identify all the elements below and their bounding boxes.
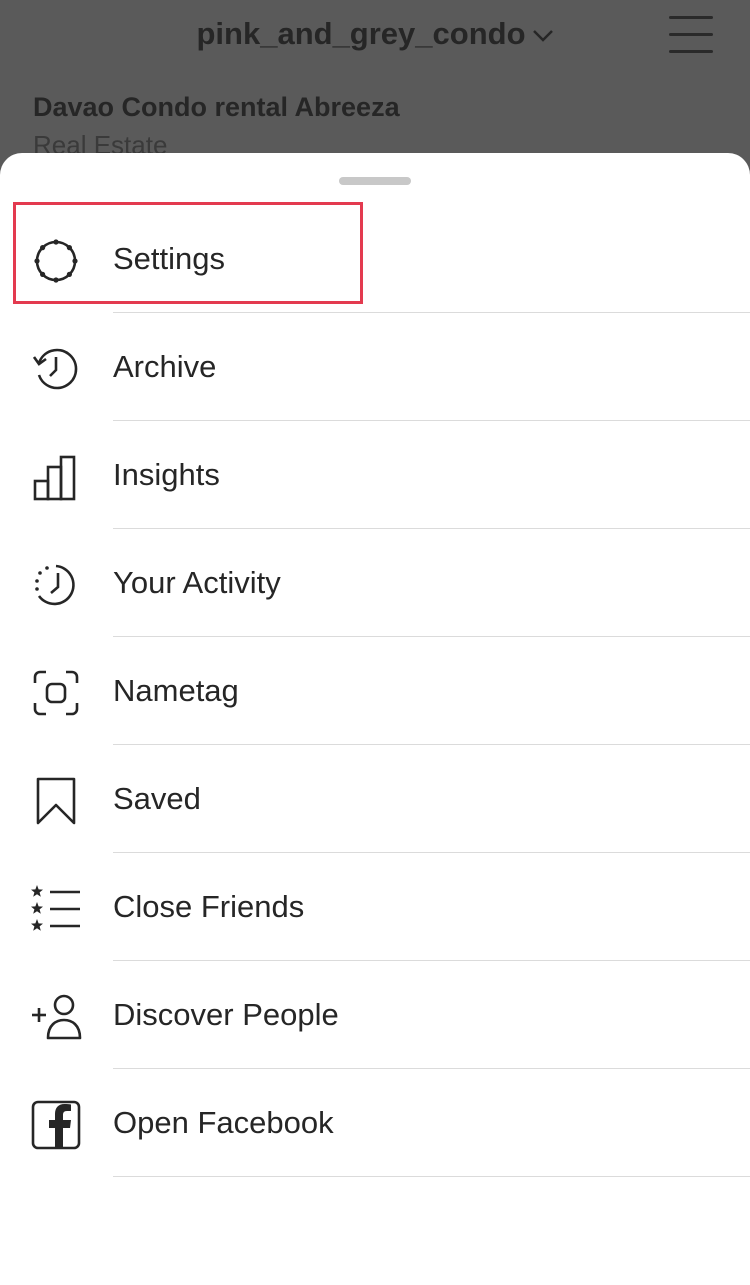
username-label: pink_and_grey_condo bbox=[196, 16, 526, 51]
menu-item-label: Open Facebook bbox=[113, 1105, 334, 1140]
divider bbox=[113, 1176, 750, 1177]
hamburger-menu-icon[interactable] bbox=[669, 14, 715, 54]
menu-item-label: Nametag bbox=[113, 673, 239, 708]
insights-bar-chart-icon bbox=[30, 451, 82, 503]
add-person-icon bbox=[30, 991, 82, 1043]
menu-item-label: Your Activity bbox=[113, 565, 281, 600]
menu-item-your-activity[interactable]: Your Activity bbox=[0, 529, 750, 637]
top-bar: pink_and_grey_condo bbox=[0, 0, 750, 72]
menu-item-nametag[interactable]: Nametag bbox=[0, 637, 750, 745]
options-bottom-sheet: Settings Archive Insights Your Activity bbox=[0, 153, 750, 1285]
options-menu: Settings Archive Insights Your Activity bbox=[0, 205, 750, 1177]
profile-name: Davao Condo rental Abreeza bbox=[33, 92, 400, 122]
menu-item-archive[interactable]: Archive bbox=[0, 313, 750, 421]
activity-clock-icon bbox=[30, 559, 82, 611]
facebook-icon bbox=[30, 1099, 82, 1151]
sheet-grabber-handle[interactable] bbox=[339, 177, 411, 185]
menu-item-label: Archive bbox=[113, 349, 217, 384]
chevron-down-icon bbox=[532, 15, 554, 51]
account-switcher[interactable]: pink_and_grey_condo bbox=[0, 16, 750, 52]
close-friends-list-icon bbox=[30, 883, 82, 935]
menu-item-label: Close Friends bbox=[113, 889, 305, 924]
nametag-scan-icon bbox=[30, 667, 82, 719]
menu-item-label: Discover People bbox=[113, 997, 339, 1032]
menu-item-settings[interactable]: Settings bbox=[0, 205, 750, 313]
menu-item-label: Insights bbox=[113, 457, 220, 492]
menu-item-close-friends[interactable]: Close Friends bbox=[0, 853, 750, 961]
menu-item-label: Settings bbox=[113, 241, 226, 276]
archive-history-icon bbox=[30, 343, 82, 395]
menu-item-open-facebook[interactable]: Open Facebook bbox=[0, 1069, 750, 1177]
menu-item-saved[interactable]: Saved bbox=[0, 745, 750, 853]
menu-item-insights[interactable]: Insights bbox=[0, 421, 750, 529]
menu-item-discover-people[interactable]: Discover People bbox=[0, 961, 750, 1069]
menu-item-label: Saved bbox=[113, 781, 201, 816]
bookmark-icon bbox=[30, 775, 82, 827]
settings-gear-icon bbox=[30, 235, 82, 287]
